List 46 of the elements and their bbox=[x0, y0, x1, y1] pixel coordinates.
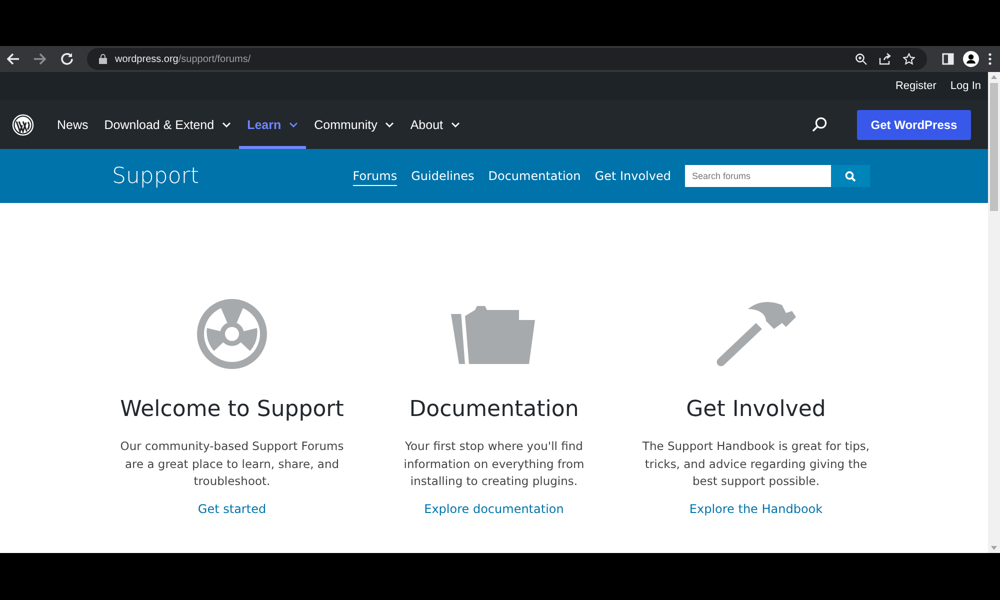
search-field[interactable]: Search forums bbox=[685, 165, 831, 187]
get-wordpress-button[interactable]: Get WordPress bbox=[857, 110, 971, 140]
card-link[interactable]: Get started bbox=[198, 502, 266, 516]
side-panel-icon[interactable] bbox=[942, 53, 954, 65]
card-link[interactable]: Explore the Handbook bbox=[689, 502, 823, 516]
scrollbar-thumb[interactable] bbox=[990, 83, 998, 211]
nav-menu-item[interactable]: Download & Extend bbox=[96, 100, 240, 149]
more-menu-icon[interactable] bbox=[988, 53, 992, 65]
star-icon[interactable] bbox=[903, 53, 915, 65]
search-button[interactable] bbox=[831, 165, 870, 187]
folder-icon bbox=[451, 304, 537, 364]
card-description: Your first stop where you'll find information on everything from installing to creating plugins. bbox=[402, 438, 586, 490]
chevron-down-icon bbox=[451, 122, 460, 128]
back-arrow-icon[interactable] bbox=[6, 52, 20, 66]
profile-avatar-icon[interactable] bbox=[963, 51, 979, 67]
share-icon[interactable] bbox=[879, 53, 891, 65]
address-bar[interactable]: wordpress.org/support/forums/ bbox=[87, 48, 927, 70]
card-description: The Support Handbook is great for tips, tricks, and advice regarding giving the best support possible. bbox=[641, 438, 871, 490]
support-nav-link[interactable]: Get Involved bbox=[594, 166, 671, 186]
section-title: Support bbox=[112, 164, 199, 188]
support-nav-link[interactable]: Forums bbox=[352, 166, 398, 186]
chevron-down-icon bbox=[222, 122, 232, 128]
card-description: Our community-based Support Forums are a great place to learn, share, and troubleshoot. bbox=[119, 438, 345, 490]
reload-icon[interactable] bbox=[60, 52, 74, 66]
account-link[interactable]: Log In bbox=[950, 80, 981, 92]
support-nav-link[interactable]: Guidelines bbox=[411, 166, 474, 186]
chevron-down-icon bbox=[289, 122, 298, 128]
support-nav-link[interactable]: Documentation bbox=[488, 166, 581, 186]
lock-icon bbox=[99, 54, 107, 64]
nav-menu-item[interactable]: Community bbox=[306, 100, 402, 149]
search-icon bbox=[845, 170, 856, 182]
chevron-down-icon bbox=[385, 122, 394, 128]
nav-menu-item[interactable]: About bbox=[402, 100, 468, 149]
card-heading: Get Involved bbox=[686, 397, 826, 422]
lifebuoy-icon bbox=[197, 299, 267, 369]
card-link[interactable]: Explore documentation bbox=[424, 502, 564, 516]
url-text: wordpress.org/support/forums/ bbox=[115, 54, 251, 64]
search-icon[interactable] bbox=[812, 117, 827, 132]
zoom-icon[interactable] bbox=[855, 53, 867, 65]
nav-menu-item[interactable]: News bbox=[49, 100, 96, 149]
card-heading: Documentation bbox=[409, 397, 579, 422]
card-heading: Welcome to Support bbox=[120, 397, 344, 422]
account-link[interactable]: Register bbox=[895, 80, 936, 92]
hammer-icon bbox=[716, 301, 796, 367]
wordpress-logo-icon[interactable] bbox=[12, 114, 34, 136]
forward-arrow-icon[interactable] bbox=[33, 52, 47, 66]
